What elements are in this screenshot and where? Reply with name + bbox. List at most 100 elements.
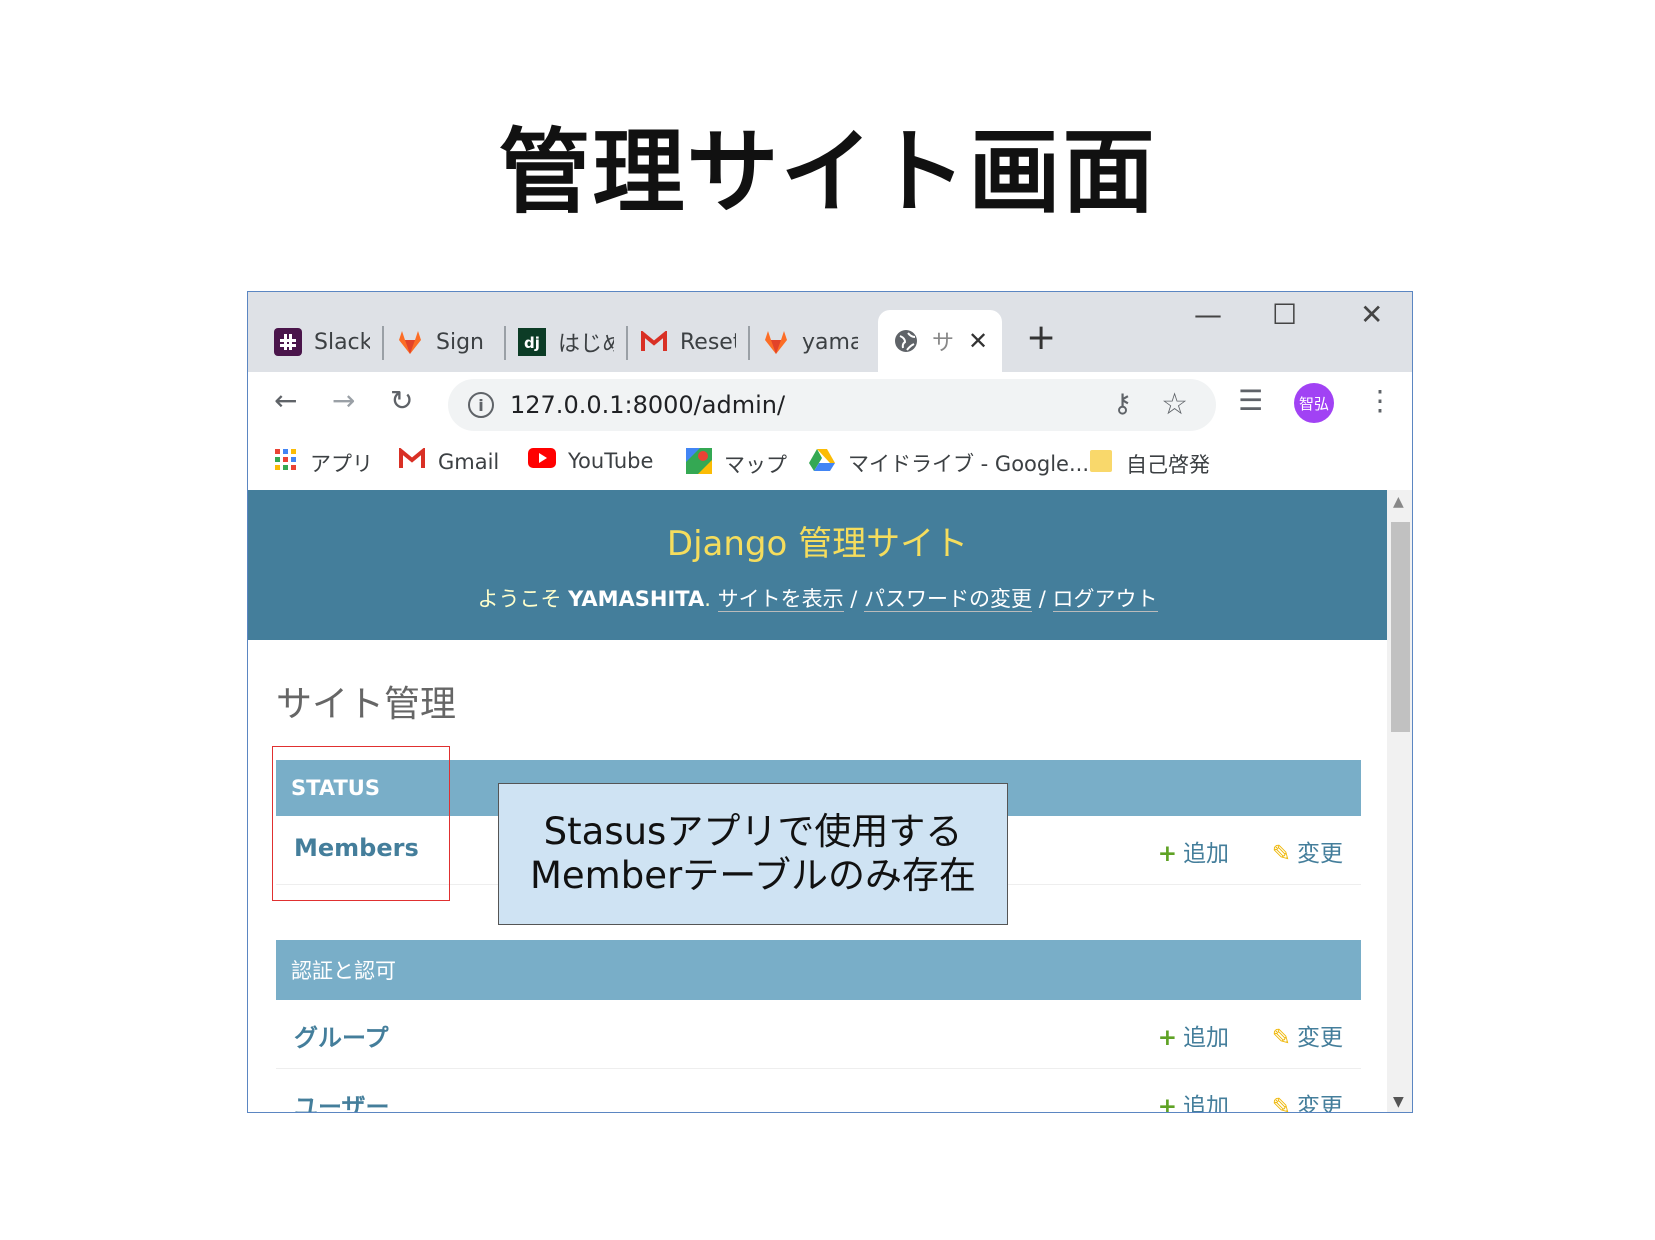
gitlab-icon: [762, 328, 790, 356]
bookmark-label: 自己啓発: [1126, 453, 1210, 477]
password-change-link[interactable]: パスワードの変更: [864, 587, 1033, 612]
callout-line: Memberテーブルのみ存在: [530, 854, 976, 897]
tab-yama[interactable]: yama: [762, 316, 858, 368]
gmail-icon: [398, 446, 426, 476]
link-separator: /: [1038, 587, 1046, 611]
globe-icon: [892, 327, 920, 355]
bookmark-folder[interactable]: 自己啓発: [1088, 448, 1210, 480]
username: YAMASHITA: [568, 587, 705, 611]
table-row: ユーザー + 追加 ✎ 変更: [276, 1069, 1361, 1113]
tab-divider: [626, 326, 628, 360]
tab-strip: Slack Sign dj はじめ Reset y: [248, 292, 1412, 372]
tab-divider: [504, 326, 506, 360]
welcome-text: ようこそ: [477, 587, 562, 611]
change-label: 変更: [1297, 1025, 1343, 1051]
browser-window: Slack Sign dj はじめ Reset y: [247, 291, 1413, 1113]
maps-icon: [686, 448, 712, 480]
change-label: 変更: [1297, 841, 1343, 867]
drive-icon: [808, 448, 836, 478]
add-button[interactable]: + 追加: [1158, 1018, 1229, 1052]
add-label: 追加: [1183, 1025, 1229, 1051]
minimize-icon[interactable]: —: [1194, 298, 1222, 331]
bookmark-drive[interactable]: マイドライブ - Google...: [808, 448, 1089, 478]
highlight-box: [272, 746, 450, 901]
plus-icon: +: [1157, 841, 1177, 867]
tab-reset[interactable]: Reset: [640, 316, 736, 368]
gitlab-icon: [396, 328, 424, 356]
tab-sign[interactable]: Sign: [396, 316, 492, 368]
change-button[interactable]: ✎ 変更: [1272, 1018, 1343, 1052]
slide-title: 管理サイト画面: [498, 119, 1157, 226]
bookmark-apps[interactable]: アプリ: [274, 448, 373, 478]
add-label: 追加: [1183, 1094, 1229, 1113]
url-text[interactable]: 127.0.0.1:8000/admin/: [510, 391, 785, 419]
address-bar[interactable]: i 127.0.0.1:8000/admin/ ⚷ ☆: [448, 379, 1216, 431]
django-header: Django 管理サイト ようこそ YAMASHITA. サイトを表示 / パス…: [248, 490, 1387, 640]
pencil-icon: ✎: [1271, 1025, 1291, 1051]
user-tools: ようこそ YAMASHITA. サイトを表示 / パスワードの変更 / ログアウ…: [477, 587, 1158, 612]
apps-grid-icon: [274, 448, 298, 478]
forward-arrow-icon[interactable]: →: [332, 384, 355, 417]
star-icon[interactable]: ☆: [1161, 387, 1188, 422]
bookmark-label: Gmail: [438, 450, 500, 474]
change-button[interactable]: ✎ 変更: [1272, 834, 1343, 868]
model-link-groups[interactable]: グループ: [294, 1018, 389, 1053]
change-button[interactable]: ✎ 変更: [1271, 1087, 1343, 1113]
bookmark-label: マップ: [724, 453, 787, 477]
bookmark-youtube[interactable]: YouTube: [528, 448, 653, 474]
site-brand[interactable]: Django 管理サイト: [248, 516, 1387, 565]
reload-icon[interactable]: ↻: [390, 384, 413, 417]
tab-active-site[interactable]: サ ✕: [878, 310, 1002, 372]
youtube-icon: [528, 448, 556, 474]
tab-label: はじめ: [558, 332, 614, 357]
back-arrow-icon[interactable]: ←: [274, 384, 297, 417]
bookmark-gmail[interactable]: Gmail: [398, 446, 500, 476]
page-title: サイト管理: [276, 684, 457, 725]
tab-divider: [748, 326, 750, 360]
bookmark-label: マイドライブ - Google...: [848, 452, 1090, 476]
plus-icon: +: [1157, 1025, 1177, 1051]
key-icon[interactable]: ⚷: [1113, 389, 1132, 419]
add-button[interactable]: + 追加: [1158, 834, 1229, 868]
new-tab-button[interactable]: +: [1026, 320, 1056, 356]
scroll-thumb[interactable]: [1391, 522, 1410, 732]
menu-kebab-icon[interactable]: ⋮: [1366, 384, 1394, 417]
link-separator: /: [850, 587, 858, 611]
tab-label: Sign: [436, 329, 484, 355]
svg-text:dj: dj: [524, 334, 540, 352]
tab-hajime[interactable]: dj はじめ: [518, 316, 614, 368]
bookmark-label: アプリ: [310, 452, 373, 476]
scroll-down-arrow-icon[interactable]: ▼: [1393, 1094, 1404, 1110]
add-button[interactable]: + 追加: [1157, 1087, 1229, 1113]
scroll-up-arrow-icon[interactable]: ▲: [1393, 494, 1404, 510]
browser-toolbar: ← → ↻ i 127.0.0.1:8000/admin/ ⚷ ☆ ☰ 智弘 ⋮: [248, 372, 1412, 434]
avatar[interactable]: 智弘: [1294, 383, 1334, 423]
close-tab-icon[interactable]: ✕: [968, 327, 988, 355]
tab-slack[interactable]: Slack: [274, 316, 370, 368]
close-window-icon[interactable]: ✕: [1360, 298, 1383, 331]
pencil-icon: ✎: [1271, 841, 1291, 867]
module-auth: 認証と認可 グループ + 追加 ✎ 変更 ユーザー + 追加 ✎ 変更: [276, 940, 1361, 1113]
add-label: 追加: [1183, 841, 1229, 867]
info-icon[interactable]: i: [468, 392, 494, 418]
view-site-link[interactable]: サイトを表示: [717, 587, 844, 612]
logout-link[interactable]: ログアウト: [1052, 587, 1158, 612]
media-queue-icon[interactable]: ☰: [1238, 384, 1263, 417]
folder-icon: [1088, 448, 1114, 480]
module-caption[interactable]: 認証と認可: [276, 940, 1361, 1000]
table-row: グループ + 追加 ✎ 変更: [276, 1000, 1361, 1069]
django-icon: dj: [518, 328, 546, 356]
gmail-icon: [640, 328, 668, 356]
tab-label: yama: [802, 329, 858, 355]
annotation-callout: Stasusアプリで使用する Memberテーブルのみ存在: [498, 783, 1008, 925]
callout-line: Stasusアプリで使用する: [543, 810, 963, 853]
bookmark-label: YouTube: [568, 449, 654, 473]
vertical-scrollbar[interactable]: ▲ ▼: [1387, 490, 1412, 1112]
maximize-icon[interactable]: ☐: [1272, 298, 1297, 331]
bookmarks-bar: アプリ Gmail YouTube マップ マイドライブ - Google...: [248, 434, 1412, 490]
pencil-icon: ✎: [1271, 1094, 1291, 1113]
plus-icon: +: [1157, 1094, 1177, 1113]
model-link-users[interactable]: ユーザー: [294, 1087, 390, 1112]
tab-label: Reset: [680, 329, 736, 355]
bookmark-maps[interactable]: マップ: [686, 448, 787, 480]
